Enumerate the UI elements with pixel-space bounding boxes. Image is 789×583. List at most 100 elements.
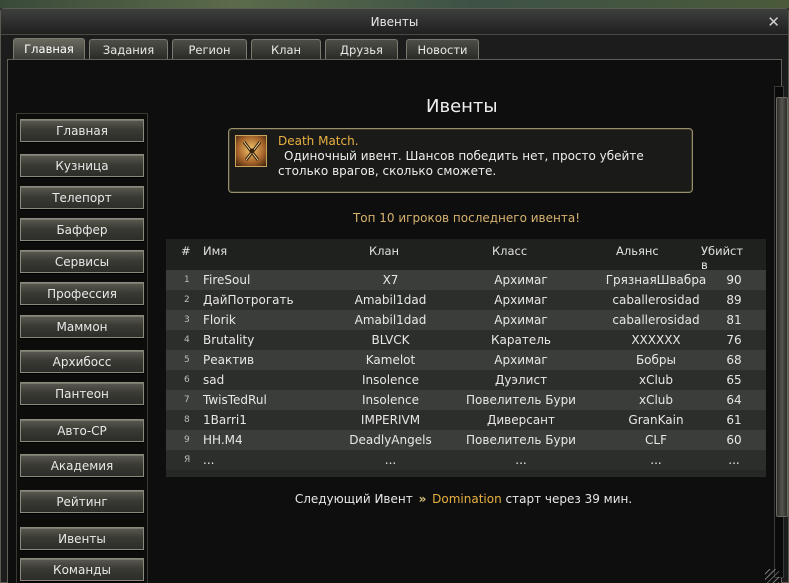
cell-alliance: Бобры bbox=[635, 353, 677, 367]
sidebar-item-pantheon[interactable]: Пантеон bbox=[20, 382, 144, 405]
sidebar-item-forge[interactable]: Кузница bbox=[20, 154, 144, 177]
cell-num: 8 bbox=[184, 415, 190, 425]
cell-kills: 65 bbox=[726, 373, 742, 387]
cell-alliance: caballerosidad bbox=[612, 313, 700, 327]
sidebar-item-mammon[interactable]: Маммон bbox=[20, 315, 144, 338]
cell-name: HH.M4 bbox=[203, 433, 243, 447]
cell-kills: ... bbox=[728, 453, 740, 467]
next-event-line: Следующий Ивент » Domination старт через… bbox=[8, 492, 789, 506]
table-header: # Имя Клан Класс Альянс Убийств bbox=[166, 239, 766, 272]
cell-alliance: ГрязнаяШвабра bbox=[605, 273, 707, 287]
scroll-track[interactable] bbox=[774, 86, 788, 578]
sidebar-item-main[interactable]: Главная bbox=[20, 119, 144, 142]
table-row: 2 ДайПотрогать Amabil1dad Архимаг caballeros… bbox=[166, 290, 766, 310]
cell-class: Повелитель Бури bbox=[466, 433, 576, 447]
cell-num: 2 bbox=[184, 295, 190, 305]
double-chevron-icon: » bbox=[418, 492, 427, 506]
sidebar-item-events[interactable]: Ивенты bbox=[20, 527, 144, 550]
header-num: # bbox=[181, 244, 191, 258]
scrollbar[interactable] bbox=[772, 78, 788, 583]
next-event-countdown: старт через 39 мин. bbox=[505, 492, 633, 506]
table-row: 8 1Barri1 IMPERIVM Диверсант GranKain 61 bbox=[166, 410, 766, 430]
cell-num: 9 bbox=[184, 435, 190, 445]
cell-name: sad bbox=[203, 373, 225, 387]
sidebar: Главная Кузница Телепорт Баффер Сервисы … bbox=[16, 113, 148, 583]
cell-class: Архимаг bbox=[494, 313, 548, 327]
sidebar-item-profession[interactable]: Профессия bbox=[20, 282, 144, 305]
cell-kills: 90 bbox=[726, 273, 742, 287]
cell-num: 5 bbox=[184, 355, 190, 365]
cell-name: FireSoul bbox=[203, 273, 251, 287]
header-name: Имя bbox=[203, 244, 228, 258]
table-row: 5 Реактив Kamelot Архимаг Бобры 68 bbox=[166, 350, 766, 370]
cell-clan: Insolence bbox=[361, 373, 420, 387]
crossed-swords-icon bbox=[235, 135, 267, 167]
cell-kills: 64 bbox=[726, 393, 742, 407]
header-kills: Убийств bbox=[701, 244, 744, 272]
sidebar-item-services[interactable]: Сервисы bbox=[20, 250, 144, 273]
sidebar-item-archboss[interactable]: Архибосс bbox=[20, 350, 144, 373]
leaderboard-table: # Имя Клан Класс Альянс Убийств 1 FireSou… bbox=[166, 239, 766, 477]
cell-class: Архимаг bbox=[494, 353, 548, 367]
cell-class: Диверсант bbox=[486, 413, 556, 427]
cell-alliance: CLF bbox=[645, 433, 667, 447]
cell-name: TwisTedRul bbox=[203, 393, 267, 407]
resize-grip-icon[interactable] bbox=[765, 569, 779, 583]
cell-clan: IMPERIVM bbox=[360, 413, 421, 427]
window-titlebar[interactable]: Ивенты ✕ bbox=[1, 9, 788, 35]
cell-kills: 60 bbox=[726, 433, 742, 447]
cell-clan: Kamelot bbox=[365, 353, 416, 367]
game-world-background bbox=[0, 0, 789, 8]
tab-news[interactable]: Новости bbox=[406, 39, 479, 59]
cell-num: 7 bbox=[184, 395, 190, 405]
next-event-name: Domination bbox=[432, 492, 502, 506]
cell-alliance: XXXXXX bbox=[631, 333, 681, 347]
cell-name: Реактив bbox=[203, 353, 255, 367]
header-class: Класс bbox=[492, 244, 528, 258]
cell-class: ... bbox=[515, 453, 527, 467]
cell-clan: Amabil1dad bbox=[354, 313, 427, 327]
cell-name: ... bbox=[203, 453, 215, 467]
cell-clan: BLVCK bbox=[371, 333, 410, 347]
sidebar-item-academy[interactable]: Академия bbox=[20, 454, 144, 477]
table-row: 3 Florik Amabil1dad Архимаг caballerosidad 81 bbox=[166, 310, 766, 330]
cell-kills: 61 bbox=[726, 413, 742, 427]
cell-name: 1Barri1 bbox=[203, 413, 247, 427]
cell-class: Повелитель Бури bbox=[466, 393, 576, 407]
table-row: 9 HH.M4 DeadlyAngels Повелитель Бури CLF 60 bbox=[166, 430, 766, 450]
top-players-caption: Топ 10 игроков последнего ивента! bbox=[352, 211, 581, 225]
scroll-thumb[interactable] bbox=[776, 97, 788, 517]
tab-region[interactable]: Регион bbox=[172, 39, 247, 59]
event-info-box: Death Match. Одиночный ивент. Шансов поб… bbox=[228, 128, 693, 193]
cell-class: Каратель bbox=[491, 333, 551, 347]
close-icon[interactable]: ✕ bbox=[767, 12, 780, 32]
cell-alliance: xClub bbox=[638, 373, 674, 387]
table-row: 1 FireSoul X7 Архимаг ГрязнаяШвабра 90 bbox=[166, 270, 766, 290]
next-event-prefix: Следующий Ивент bbox=[294, 492, 413, 506]
table-row: Я............... bbox=[166, 450, 766, 470]
cell-clan: ... bbox=[384, 453, 397, 467]
cell-class: Архимаг bbox=[494, 273, 548, 287]
cell-clan: DeadlyAngels bbox=[349, 433, 432, 447]
cell-name: Florik bbox=[203, 313, 236, 327]
cell-class: Дуэлист bbox=[494, 373, 548, 387]
header-clan: Клан bbox=[369, 244, 400, 258]
cell-name: Brutality bbox=[203, 333, 255, 347]
tab-main[interactable]: Главная bbox=[13, 38, 85, 60]
event-name: Death Match. bbox=[278, 134, 359, 148]
cell-name: ДайПотрогать bbox=[203, 293, 294, 307]
sidebar-item-teleport[interactable]: Телепорт bbox=[20, 186, 144, 209]
sidebar-item-teams[interactable]: Команды bbox=[20, 558, 144, 581]
tab-quests[interactable]: Задания bbox=[89, 39, 168, 59]
table-row: 6 sad Insolence Дуэлист xClub 65 bbox=[166, 370, 766, 390]
table-row: 4 Brutality BLVCK Каратель XXXXXX 76 bbox=[166, 330, 766, 350]
tab-friends[interactable]: Друзья bbox=[325, 39, 398, 59]
cell-clan: Insolence bbox=[361, 393, 420, 407]
cell-alliance: xClub bbox=[638, 393, 674, 407]
window-title: Ивенты bbox=[370, 15, 419, 29]
tab-clan[interactable]: Клан bbox=[251, 39, 321, 59]
cell-clan: Amabil1dad bbox=[354, 293, 427, 307]
sidebar-item-auto-cp[interactable]: Авто-CP bbox=[20, 419, 144, 442]
cell-clan: X7 bbox=[382, 273, 399, 287]
table-row: 7 TwisTedRul Insolence Повелитель Бури xClub… bbox=[166, 390, 766, 410]
